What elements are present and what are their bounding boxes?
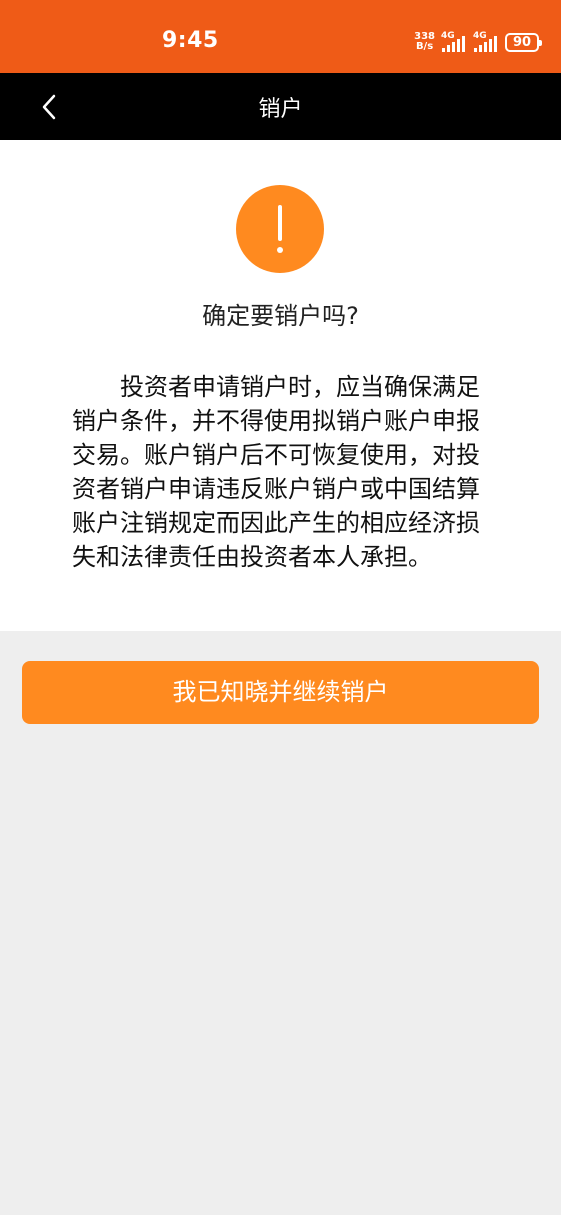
battery-level: 90 bbox=[512, 34, 532, 50]
page-title: 销户 bbox=[258, 97, 303, 122]
status-time: 9:45 bbox=[162, 28, 219, 53]
status-icons: 338 B/s 4G 4G 90 bbox=[414, 30, 542, 54]
nav-bar: 销户 bbox=[0, 73, 561, 140]
content-card: 确定要销户吗? 投资者申请销户时，应当确保满足销户条件，并不得使用拟销户账户申报… bbox=[0, 140, 561, 631]
confirm-title: 确定要销户吗? bbox=[202, 302, 359, 330]
signal-4g-secondary-icon: 4G bbox=[473, 31, 499, 52]
status-bar: 9:45 338 B/s 4G 4G 90 bbox=[0, 0, 561, 73]
network-speed: 338 B/s bbox=[414, 32, 435, 52]
network-speed-unit: B/s bbox=[415, 41, 434, 52]
exclamation-circle-icon bbox=[236, 185, 324, 273]
notice-text: 投资者申请销户时，应当确保满足销户条件，并不得使用拟销户账户申报交易。账户销户后… bbox=[72, 373, 480, 571]
battery-icon: 90 bbox=[505, 32, 542, 52]
signal-4g-icon: 4G bbox=[441, 31, 467, 52]
continue-cancel-account-button[interactable]: 我已知晓并继续销户 bbox=[22, 661, 539, 724]
